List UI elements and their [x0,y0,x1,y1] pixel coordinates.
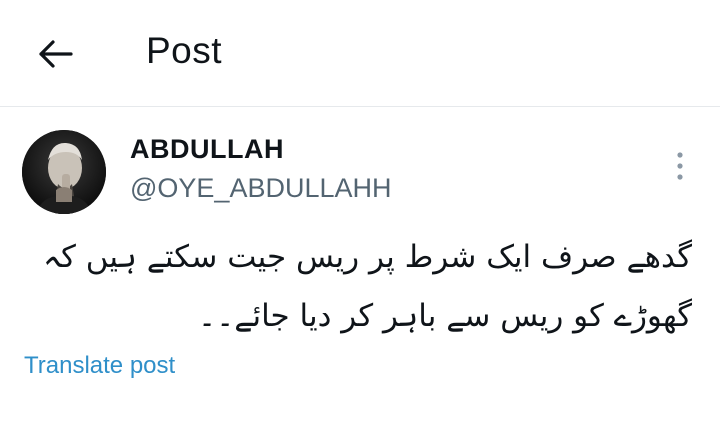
translate-post-link[interactable]: Translate post [24,352,175,380]
avatar-photo [22,130,106,214]
author-display-name[interactable]: ABDULLAH [130,134,284,165]
post-text: گدھے صرف ایک شرط پر ریس جیت سکتے ہیں کہ … [43,239,692,334]
arrow-left-icon [39,40,73,68]
author-handle[interactable]: @OYE_ABDULLAHH [130,173,392,204]
more-vertical-icon [677,152,683,180]
page-title: Post [146,30,223,71]
top-app-bar: Post [0,0,720,107]
back-button[interactable] [32,34,78,74]
avatar[interactable] [22,130,106,214]
more-options-button[interactable] [664,146,696,186]
